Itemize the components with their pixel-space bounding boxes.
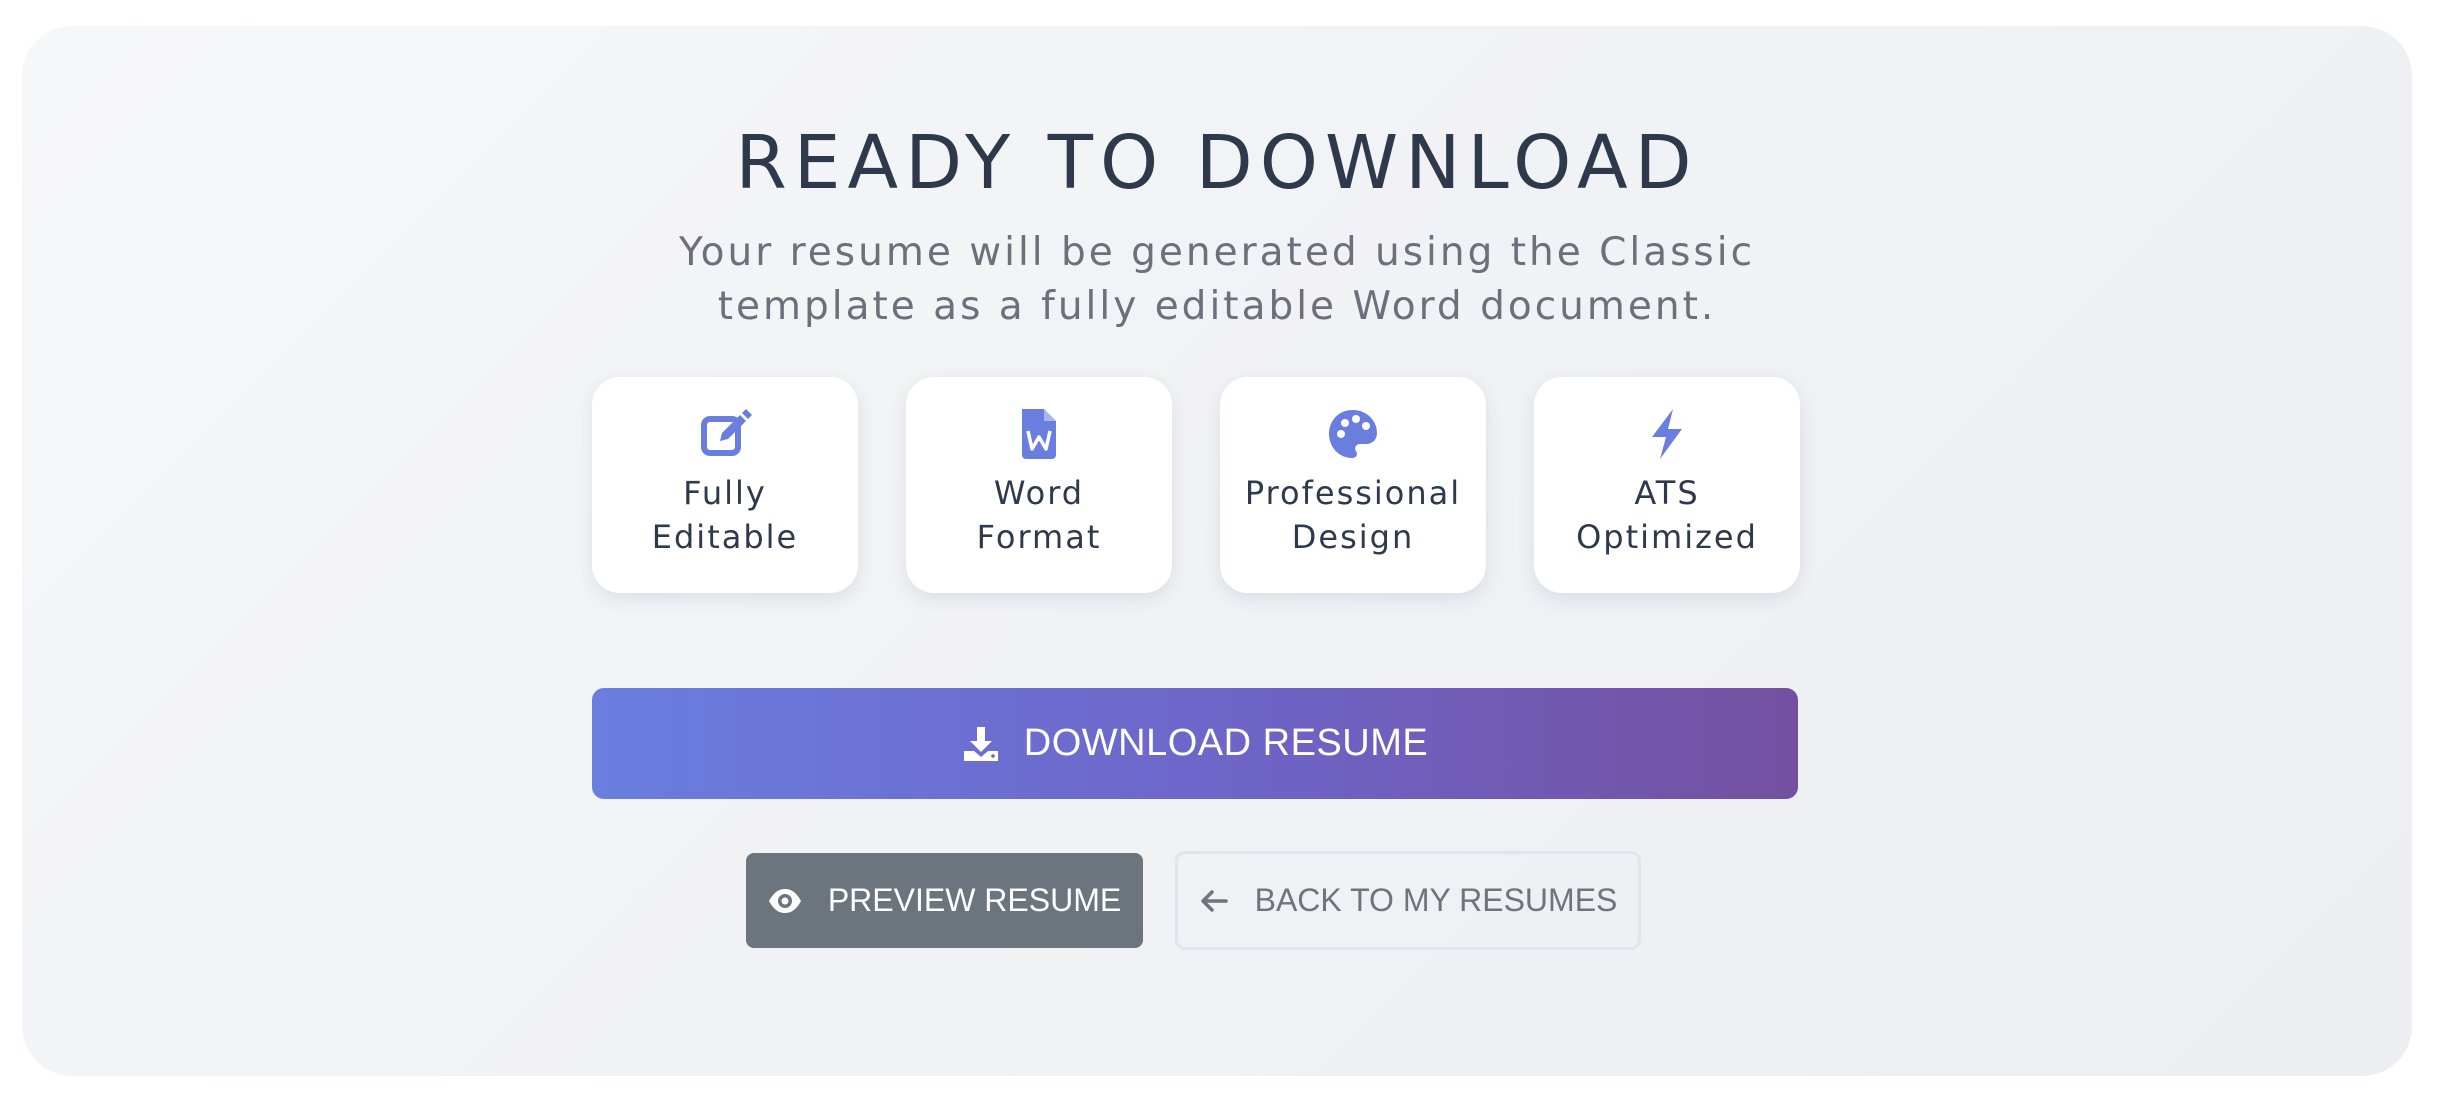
feature-label: Fully Editable xyxy=(651,474,799,556)
feature-list: Fully Editable Word Format Professional … xyxy=(592,377,1800,593)
feature-label: ATS Optimized xyxy=(1576,474,1758,556)
feature-card-word: Word Format xyxy=(906,377,1172,593)
feature-card-editable: Fully Editable xyxy=(592,377,858,593)
eye-icon xyxy=(768,888,801,913)
feature-label: Professional Design xyxy=(1244,474,1462,556)
preview-resume-button[interactable]: PREVIEW RESUME xyxy=(746,853,1143,948)
arrow-left-icon xyxy=(1200,889,1228,912)
back-to-resumes-button[interactable]: BACK TO MY RESUMES xyxy=(1175,851,1641,950)
feature-card-ats: ATS Optimized xyxy=(1534,377,1800,593)
feature-label: Word Format xyxy=(976,474,1102,556)
feature-card-design: Professional Design xyxy=(1220,377,1486,593)
bolt-icon xyxy=(1652,409,1682,459)
page-title: READY TO DOWNLOAD xyxy=(735,120,1699,206)
download-resume-label: DOWNLOAD RESUME xyxy=(1023,722,1429,764)
edit-icon xyxy=(701,409,752,456)
download-resume-button[interactable]: DOWNLOAD RESUME xyxy=(592,688,1798,799)
page-subtitle: Your resume will be generated using the … xyxy=(678,230,1756,329)
word-file-icon xyxy=(1022,409,1056,459)
download-icon xyxy=(963,726,998,761)
back-to-resumes-label: BACK TO MY RESUMES xyxy=(1254,882,1618,918)
preview-resume-label: PREVIEW RESUME xyxy=(827,882,1122,918)
palette-icon xyxy=(1329,410,1377,458)
